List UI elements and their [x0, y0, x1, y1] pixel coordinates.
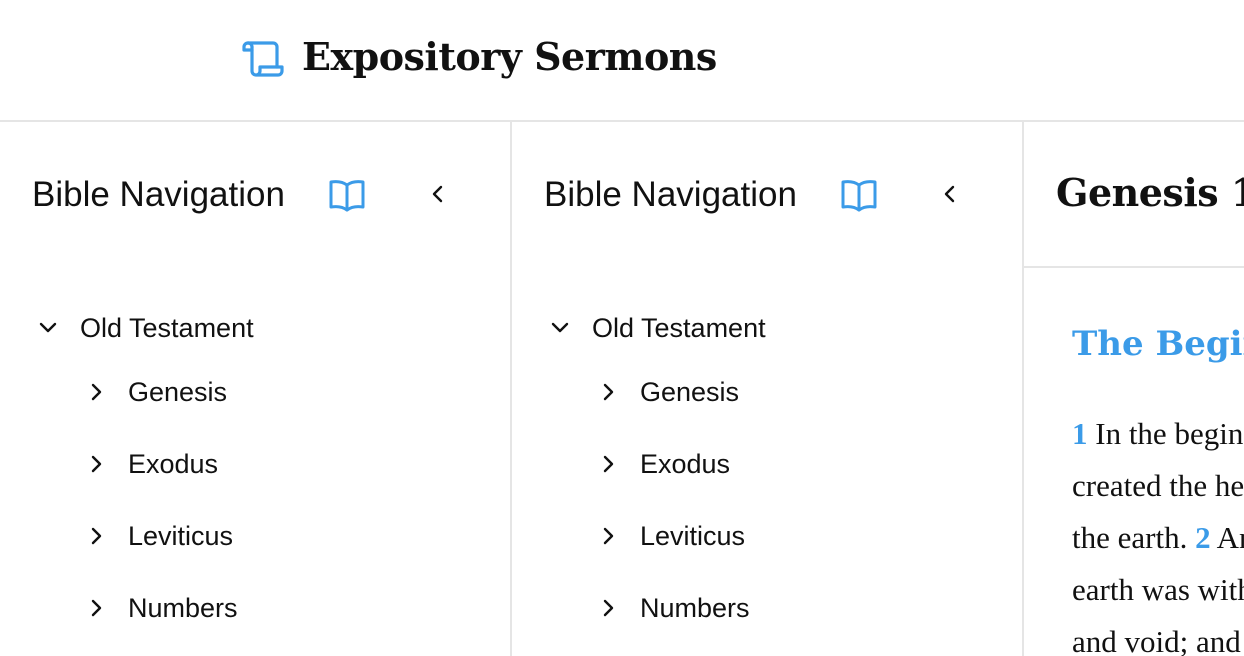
- verse-text: earth was without form,: [1072, 572, 1244, 607]
- tree-item-numbers[interactable]: Numbers: [82, 588, 238, 628]
- nav-title: Bible Navigation: [544, 175, 797, 214]
- tree-item-label: Numbers: [128, 593, 238, 623]
- app-header: Expository Sermons: [0, 0, 1244, 122]
- chevron-down-icon: [39, 322, 57, 333]
- tree-item-label: Genesis: [128, 377, 228, 407]
- scripture-text: 1 In the beginning God created the heave…: [1072, 408, 1244, 656]
- tree-section-old-testament[interactable]: Old Testament: [546, 308, 766, 348]
- scripture-reader-panel: Genesis 1 The Beginning 1 In the beginni…: [1024, 122, 1244, 656]
- bible-navigation-panel: Bible Navigation Old Testament Genesis E…: [0, 122, 512, 656]
- chevron-right-icon: [603, 383, 614, 401]
- chevron-right-icon: [603, 599, 614, 617]
- chevron-right-icon: [91, 599, 102, 617]
- verse-number[interactable]: 2: [1195, 520, 1211, 555]
- chevron-left-icon: [432, 185, 443, 203]
- chevron-right-icon: [603, 527, 614, 545]
- collapse-panel-button[interactable]: [934, 178, 966, 210]
- tree-item-label: Leviticus: [640, 521, 746, 551]
- nav-title: Bible Navigation: [32, 175, 285, 214]
- chevron-right-icon: [603, 455, 614, 473]
- scripture-line: the earth. 2 And the: [1072, 512, 1244, 564]
- scripture-line: 1 In the beginning God: [1072, 408, 1244, 460]
- tree-section-old-testament[interactable]: Old Testament: [34, 308, 254, 348]
- tree-item-label: Numbers: [640, 593, 750, 623]
- book-open-icon: [329, 180, 365, 212]
- bible-navigation-panel: Bible Navigation Old Testament Genesis E…: [512, 122, 1024, 656]
- book-open-icon: [841, 180, 877, 212]
- tree-item-exodus[interactable]: Exodus: [82, 444, 218, 484]
- tree-item-label: Leviticus: [128, 521, 234, 551]
- scripture-line: created the heavens and: [1072, 460, 1244, 512]
- chapter-header: Genesis 1: [1024, 122, 1244, 268]
- chevron-right-icon: [91, 383, 102, 401]
- verse-text: In the beginning God: [1095, 416, 1244, 451]
- tree-item-genesis[interactable]: Genesis: [594, 372, 739, 412]
- tree-item-genesis[interactable]: Genesis: [82, 372, 227, 412]
- tree-item-numbers[interactable]: Numbers: [594, 588, 750, 628]
- collapse-panel-button[interactable]: [422, 178, 454, 210]
- verse-number[interactable]: 1: [1072, 416, 1088, 451]
- app-title: Expository Sermons: [302, 34, 717, 79]
- scripture-line: earth was without form,: [1072, 564, 1244, 616]
- tree-item-leviticus[interactable]: Leviticus: [594, 516, 745, 556]
- verse-text: And the: [1216, 520, 1244, 555]
- verse-text: and void; and darkness: [1072, 624, 1244, 656]
- verse-text: created the heavens and: [1072, 468, 1244, 503]
- chevron-left-icon: [944, 185, 955, 203]
- tree-item-exodus[interactable]: Exodus: [594, 444, 730, 484]
- tree-item-label: Genesis: [640, 377, 740, 407]
- section-heading: The Beginning: [1072, 324, 1244, 364]
- chevron-right-icon: [91, 455, 102, 473]
- tree-section-label: Old Testament: [80, 313, 254, 343]
- tree-item-leviticus[interactable]: Leviticus: [82, 516, 233, 556]
- verse-text: the earth.: [1072, 520, 1196, 555]
- scroll-icon: [242, 41, 284, 77]
- chevron-right-icon: [91, 527, 102, 545]
- tree-item-label: Exodus: [128, 449, 219, 479]
- chapter-title: Genesis 1: [1056, 170, 1244, 215]
- scripture-line: and void; and darkness: [1072, 616, 1244, 656]
- tree-item-label: Exodus: [640, 449, 731, 479]
- chevron-down-icon: [551, 322, 569, 333]
- tree-section-label: Old Testament: [592, 313, 766, 343]
